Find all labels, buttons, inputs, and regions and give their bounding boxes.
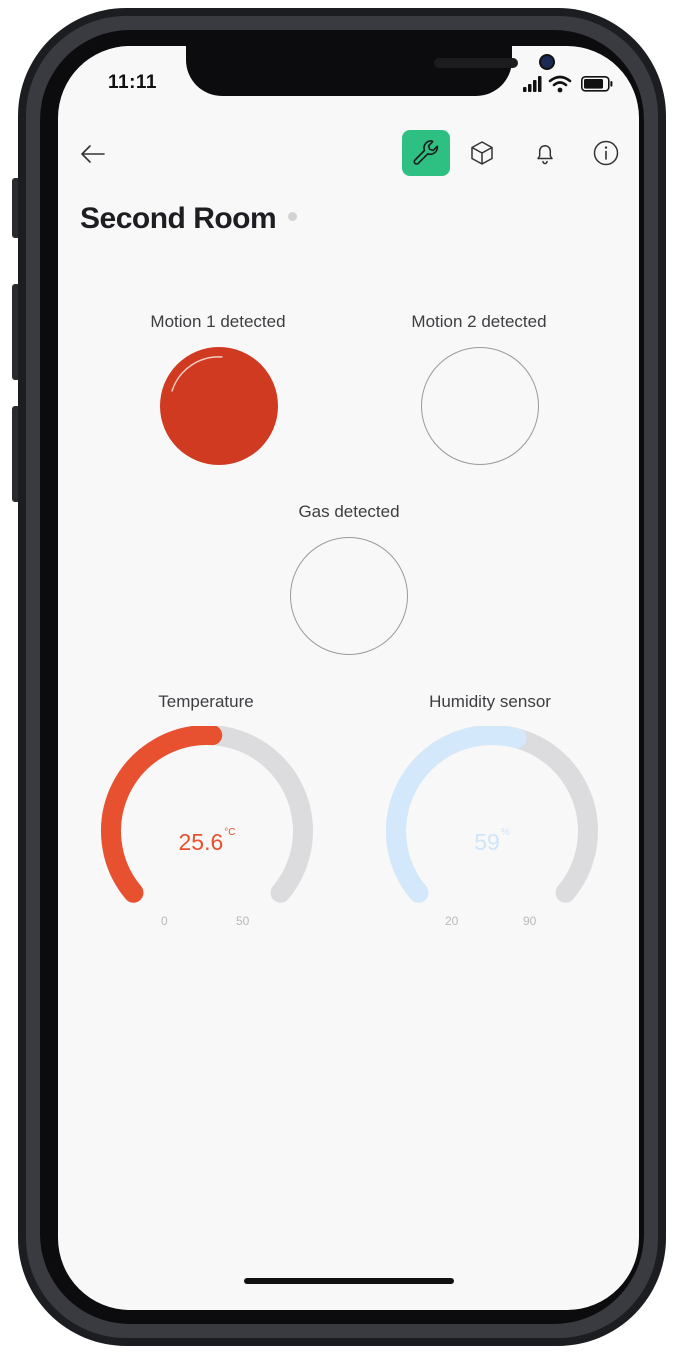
humidity-max: 90 bbox=[523, 914, 537, 928]
indicator-highlight bbox=[171, 356, 223, 392]
temperature-gauge-fill bbox=[101, 725, 223, 903]
motion-1-label: Motion 1 detected bbox=[150, 312, 286, 331]
front-camera bbox=[541, 56, 553, 68]
temperature-unit: °C bbox=[224, 827, 236, 838]
humidity-gauge-svg bbox=[386, 725, 598, 903]
notch bbox=[186, 46, 553, 96]
temperature-label: Temperature bbox=[158, 692, 254, 711]
arrow-left-icon[interactable] bbox=[78, 140, 108, 168]
temperature-gauge-svg bbox=[101, 725, 313, 903]
humidity-number: 59 bbox=[474, 829, 500, 855]
temperature-value: 25.6°C bbox=[147, 827, 267, 856]
humidity-gauge-fill bbox=[386, 725, 527, 903]
motion-1-indicator[interactable] bbox=[160, 347, 278, 465]
temperature-min: 0 bbox=[161, 914, 168, 928]
temperature-gauge: 25.6°C 0 50 bbox=[92, 725, 322, 928]
page-title: Second Room bbox=[80, 202, 298, 236]
app-screen: 11:11 Second Room Motion 1 detected Moti… bbox=[58, 46, 639, 1310]
status-time: 11:11 bbox=[108, 72, 157, 93]
wrench-icon bbox=[413, 140, 439, 165]
bell-icon[interactable] bbox=[531, 139, 559, 167]
humidity-label: Humidity sensor bbox=[429, 692, 551, 711]
cube-icon[interactable] bbox=[468, 139, 496, 167]
speaker-grille bbox=[434, 58, 518, 68]
top-toolbar bbox=[58, 130, 639, 178]
humidity-gauge: 59% 20 90 bbox=[377, 725, 607, 928]
motion-2-label: Motion 2 detected bbox=[411, 312, 547, 331]
humidity-value: 59% bbox=[432, 827, 552, 856]
status-icons bbox=[523, 75, 613, 93]
humidity-unit: % bbox=[500, 827, 510, 838]
room-name: Second Room bbox=[80, 202, 277, 235]
gas-label: Gas detected bbox=[298, 502, 400, 521]
signal-icon bbox=[523, 76, 542, 92]
home-indicator[interactable] bbox=[244, 1278, 454, 1284]
wifi-icon bbox=[548, 75, 572, 93]
temperature-number: 25.6 bbox=[178, 829, 224, 855]
motion-2-indicator[interactable] bbox=[421, 347, 539, 465]
temperature-max: 50 bbox=[236, 914, 250, 928]
tool-button[interactable] bbox=[402, 130, 450, 176]
humidity-min: 20 bbox=[445, 914, 459, 928]
gas-indicator[interactable] bbox=[290, 537, 408, 655]
connection-status-dot bbox=[288, 211, 298, 221]
battery-icon bbox=[581, 76, 613, 92]
info-icon[interactable] bbox=[592, 139, 620, 167]
